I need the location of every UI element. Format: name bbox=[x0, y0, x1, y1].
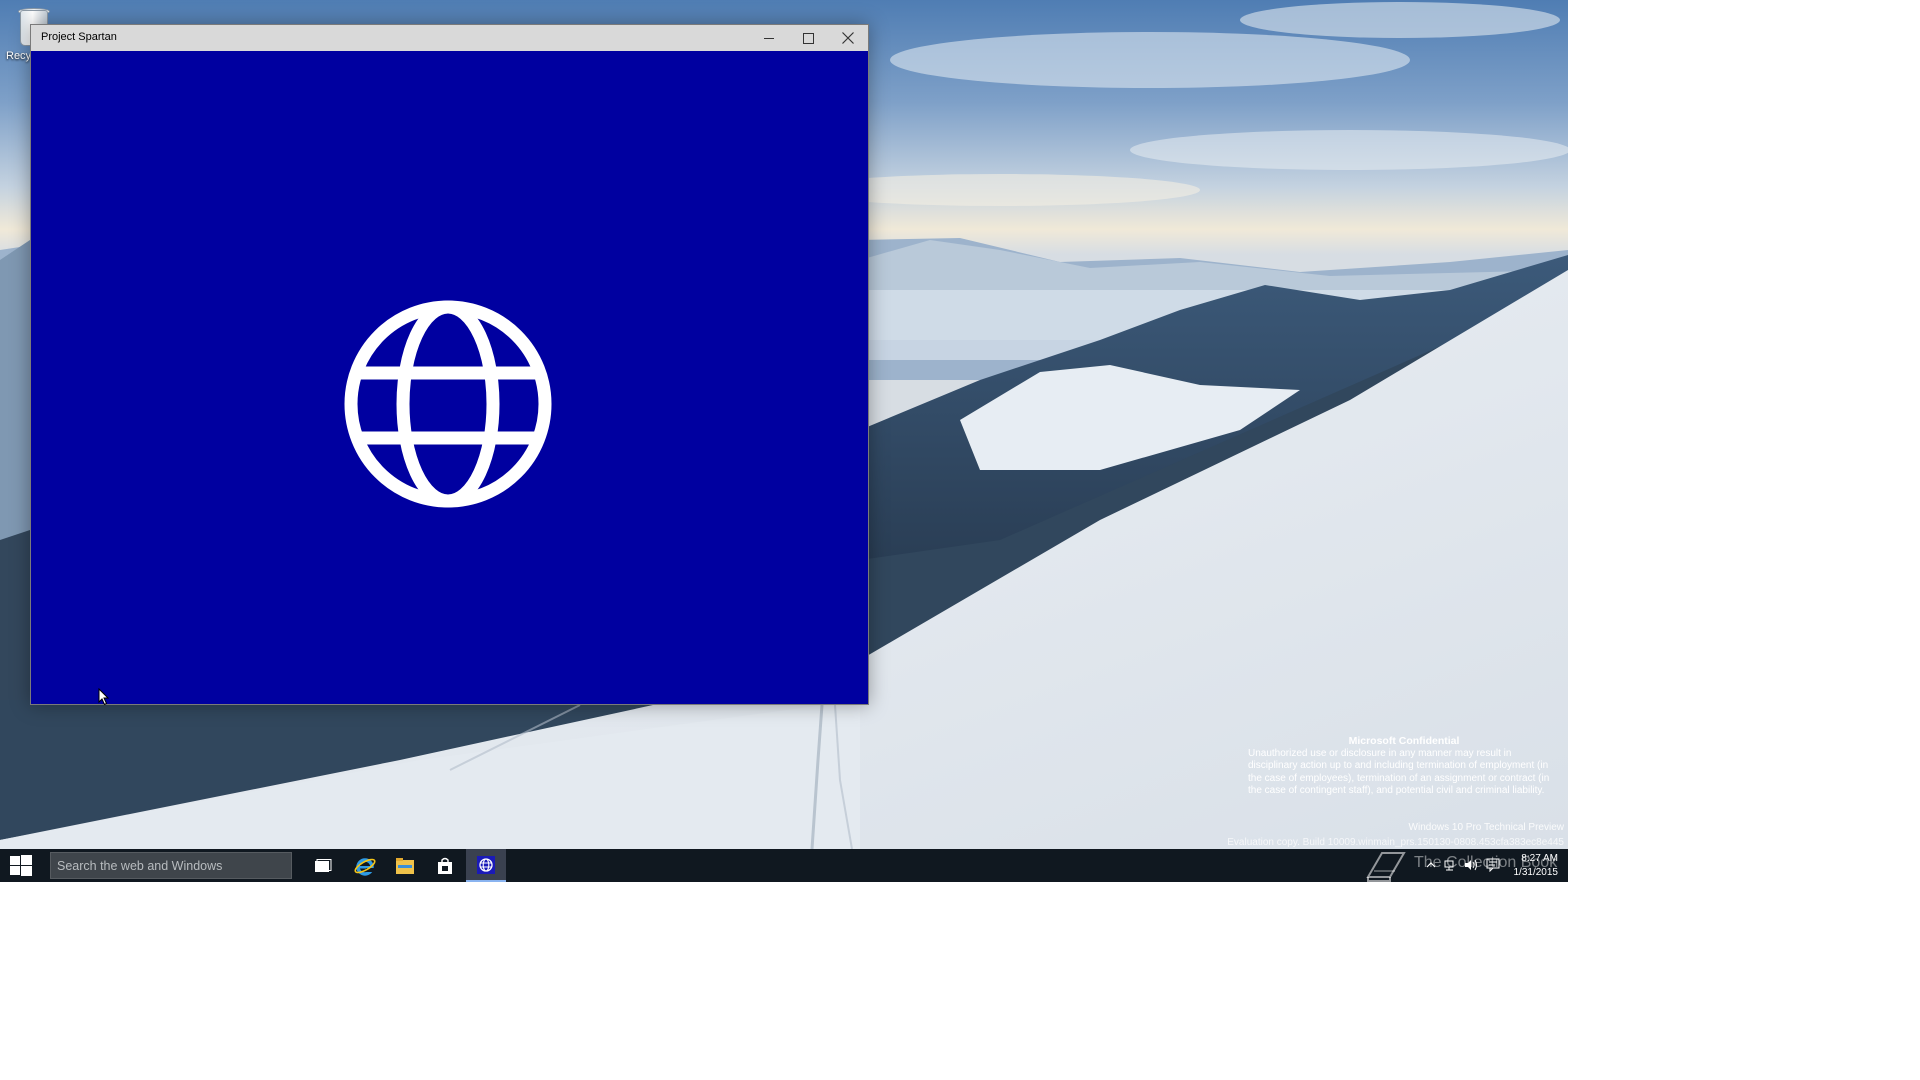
edition-watermark: Windows 10 Pro Technical Preview bbox=[1408, 822, 1564, 833]
window-title: Project Spartan bbox=[41, 31, 117, 43]
store-button[interactable] bbox=[425, 849, 465, 882]
confidential-watermark: Microsoft Confidential Unauthorized use … bbox=[1248, 735, 1560, 797]
mouse-cursor-icon bbox=[98, 688, 110, 706]
project-spartan-window[interactable]: Project Spartan bbox=[30, 24, 869, 705]
start-button[interactable] bbox=[0, 849, 42, 882]
confidential-heading: Microsoft Confidential bbox=[1348, 735, 1460, 747]
task-view-button[interactable] bbox=[303, 849, 343, 882]
maximize-icon bbox=[803, 32, 814, 44]
project-spartan-taskbar-button[interactable] bbox=[466, 849, 506, 882]
splash-screen bbox=[31, 51, 868, 704]
file-explorer-icon bbox=[396, 857, 414, 874]
clock-time: 8:27 AM bbox=[1521, 853, 1558, 864]
minimize-button[interactable] bbox=[750, 25, 789, 51]
task-view-icon bbox=[315, 858, 332, 872]
close-icon bbox=[841, 32, 854, 44]
internet-explorer-icon bbox=[354, 857, 376, 876]
chevron-up-icon[interactable] bbox=[1424, 858, 1438, 872]
file-explorer-button[interactable] bbox=[385, 849, 425, 882]
confidential-body: Unauthorized use or disclosure in any ma… bbox=[1248, 748, 1550, 796]
system-tray bbox=[1424, 849, 1512, 882]
clock[interactable]: 8:27 AM 1/31/2015 bbox=[1514, 852, 1559, 879]
search-input[interactable] bbox=[51, 853, 291, 878]
window-titlebar[interactable]: Project Spartan bbox=[31, 25, 868, 51]
network-icon[interactable] bbox=[1444, 858, 1458, 872]
volume-icon[interactable] bbox=[1464, 858, 1478, 872]
project-spartan-icon bbox=[477, 855, 495, 874]
windows-logo-icon bbox=[10, 854, 32, 876]
store-icon bbox=[438, 857, 452, 874]
build-watermark: Evaluation copy. Build 10009.winmain_prs… bbox=[1227, 837, 1564, 848]
clock-date: 1/31/2015 bbox=[1513, 866, 1559, 878]
globe-icon bbox=[344, 300, 552, 508]
book-logo-icon bbox=[1366, 852, 1406, 882]
action-center-icon[interactable] bbox=[1486, 858, 1500, 872]
internet-explorer-button[interactable] bbox=[345, 849, 385, 882]
close-button[interactable] bbox=[828, 25, 867, 51]
maximize-button[interactable] bbox=[789, 25, 828, 51]
minimize-icon bbox=[764, 37, 774, 39]
search-box[interactable] bbox=[50, 852, 292, 879]
taskbar: The Collection Book 8:27 AM 1/31/2015 bbox=[0, 849, 1568, 882]
